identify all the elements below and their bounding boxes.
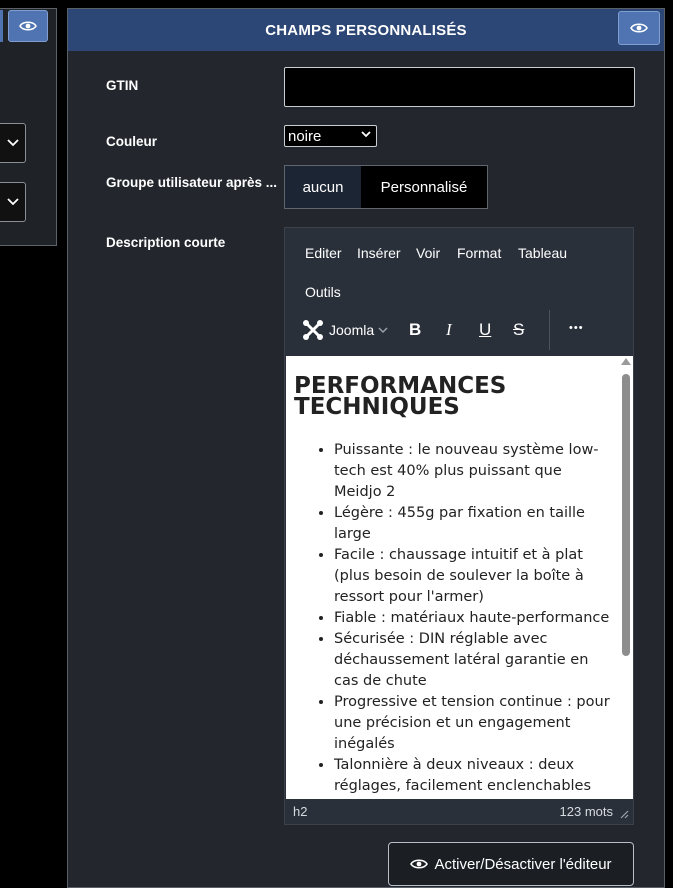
joomla-button[interactable]: Joomla (301, 318, 388, 342)
eye-icon (630, 23, 648, 33)
menu-editer[interactable]: Editer (305, 245, 342, 261)
bold-button[interactable]: B (409, 320, 421, 340)
toolbar-separator (549, 310, 550, 350)
description-label: Description courte (106, 235, 226, 250)
eye-icon (410, 859, 429, 869)
left-select-1[interactable] (0, 123, 26, 163)
left-eye-button-visible[interactable] (8, 10, 48, 42)
couleur-value: noire (288, 127, 322, 145)
toggle-visibility-button[interactable] (618, 11, 660, 45)
groupe-label: Groupe utilisateur après ... (106, 175, 278, 190)
rich-text-editor: Editer Insérer Voir Format Tableau Outil… (284, 227, 634, 825)
list-item: Sécurisée : DIN réglable avec déchaussem… (334, 629, 610, 692)
content-heading: PERFORMANCES TECHNIQUES (294, 373, 507, 420)
toggle-editor-button[interactable]: Activer/Désactiver l'éditeur (388, 842, 634, 886)
italic-button[interactable]: I (446, 320, 452, 340)
left-eye-edge (0, 10, 3, 42)
menu-inserer[interactable]: Insérer (357, 245, 401, 261)
eye-icon (19, 21, 37, 31)
editor-content[interactable]: PERFORMANCES TECHNIQUES Puissante : le n… (286, 356, 620, 799)
custom-fields-panel: CHAMPS PERSONNALISÉS GTIN Couleur noire … (67, 8, 665, 888)
joomla-label: Joomla (329, 322, 375, 338)
panel-title: CHAMPS PERSONNALISÉS (265, 21, 467, 39)
editor-toolbar: Joomla B I U S ••• (285, 308, 633, 354)
gtin-label: GTIN (106, 78, 139, 93)
more-button[interactable]: ••• (569, 322, 584, 334)
chevron-down-icon (361, 131, 371, 138)
chevron-down-icon (378, 327, 388, 333)
list-item: Talonnière à deux niveaux : deux réglage… (334, 755, 610, 797)
groupe-option-personnalise[interactable]: Personnalisé (361, 166, 487, 208)
list-item: Légère : 455g par fixation en taille lar… (334, 503, 610, 545)
scroll-thumb[interactable] (622, 374, 630, 656)
editor-statusbar: h2 123 mots (285, 799, 633, 824)
underline-button[interactable]: U (479, 320, 491, 340)
groupe-toggle: aucun Personnalisé (284, 165, 488, 209)
list-item: Progressive et tension continue : pour u… (334, 692, 610, 755)
couleur-label: Couleur (106, 134, 158, 149)
word-count[interactable]: 123 mots (560, 804, 613, 819)
joomla-icon (303, 320, 323, 340)
editor-scrollbar[interactable] (619, 356, 633, 799)
strikethrough-button[interactable]: S (513, 320, 524, 340)
menu-tableau[interactable]: Tableau (518, 245, 567, 261)
toggle-editor-label: Activer/Désactiver l'éditeur (434, 855, 612, 873)
chevron-down-icon (7, 139, 19, 147)
editor-menubar: Editer Insérer Voir Format Tableau Outil… (285, 228, 633, 306)
menu-voir[interactable]: Voir (416, 245, 440, 261)
left-select-2[interactable] (0, 182, 26, 222)
element-path[interactable]: h2 (293, 804, 307, 819)
couleur-select[interactable]: noire (284, 125, 377, 147)
left-panel (0, 8, 57, 246)
list-item: Fiable : matériaux haute-performance (334, 608, 610, 629)
gtin-input[interactable] (284, 67, 635, 107)
groupe-option-aucun[interactable]: aucun (285, 166, 361, 208)
chevron-down-icon (7, 198, 19, 206)
menu-format[interactable]: Format (457, 245, 501, 261)
list-item: Puissante : le nouveau système low-tech … (334, 440, 610, 503)
panel-header: CHAMPS PERSONNALISÉS (68, 9, 664, 51)
content-bullet-list: Puissante : le nouveau système low-tech … (294, 440, 610, 797)
menu-outils[interactable]: Outils (305, 284, 341, 300)
resize-handle-icon[interactable] (619, 809, 629, 819)
list-item: Facile : chaussage intuitif et à plat (p… (334, 545, 610, 608)
scroll-up-arrow-icon[interactable] (621, 358, 631, 365)
